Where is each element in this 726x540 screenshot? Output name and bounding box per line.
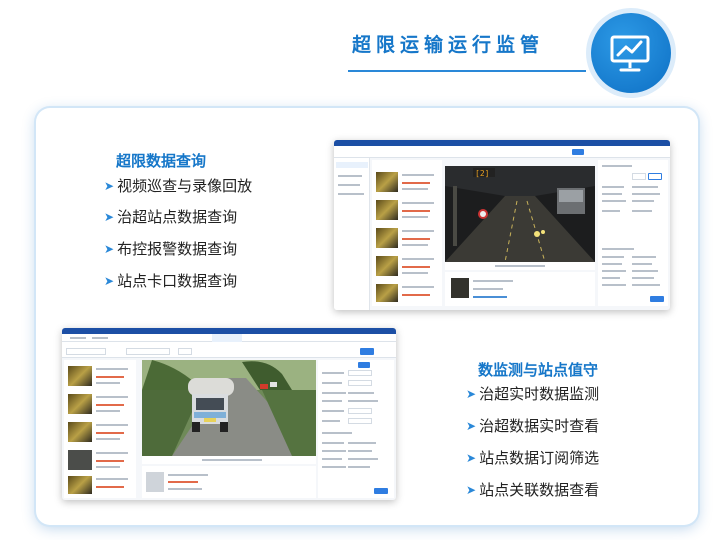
arrow-right-icon: ➤: [466, 482, 477, 497]
svg-text:[2]: [2]: [475, 169, 489, 178]
header-badge: [591, 13, 671, 93]
title-underline: [348, 70, 586, 72]
feature-item-label: 布控报警数据查询: [117, 240, 238, 258]
arrow-right-icon: ➤: [466, 418, 477, 433]
detail-card: [445, 272, 595, 306]
page-title: 超限运输运行监管: [352, 34, 545, 56]
search-button: [572, 149, 584, 155]
feature-item-subscription-filter: ➤ 站点数据订阅筛选: [466, 447, 599, 468]
feature-item-label: 治超数据实时查看: [479, 417, 600, 435]
video-player: [2]: [445, 166, 595, 262]
feature-item-label: 治超站点数据查询: [117, 208, 238, 226]
feature-item-label: 视频巡查与录像回放: [117, 177, 253, 195]
arrow-right-icon: ➤: [466, 450, 477, 465]
video-player: [142, 360, 316, 456]
result-list: [372, 160, 442, 306]
result-list: [64, 360, 136, 498]
feature-item-video-patrol: ➤ 视频巡查与录像回放: [104, 175, 252, 196]
arrow-right-icon: ➤: [104, 209, 115, 224]
feature-item-label: 治超实时数据监测: [479, 385, 600, 403]
info-panel: [598, 160, 668, 306]
feature-item-checkpoint-data: ➤ 站点卡口数据查询: [104, 270, 237, 291]
arrow-right-icon: ➤: [104, 273, 115, 288]
feature-item-alarm-data: ➤ 布控报警数据查询: [104, 238, 237, 259]
dashboard-screenshot-top: [2]: [334, 140, 670, 310]
feature-item-linked-data: ➤ 站点关联数据查看: [466, 479, 599, 500]
dashboard-screenshot-bottom: [62, 328, 396, 500]
player-controls: [142, 456, 316, 464]
section-left-title: 超限数据查询: [116, 152, 207, 170]
arrow-right-icon: ➤: [104, 241, 115, 256]
app-tabs: [62, 334, 396, 342]
detail-card: [142, 466, 316, 498]
feature-item-label: 站点关联数据查看: [479, 481, 600, 499]
feature-item-station-data: ➤ 治超站点数据查询: [104, 206, 237, 227]
feature-item-realtime-view: ➤ 治超数据实时查看: [466, 415, 599, 436]
player-controls: [445, 262, 595, 270]
info-panel: [318, 360, 394, 498]
section-right-title: 数监测与站点值守: [478, 361, 599, 379]
app-toolbar: [334, 146, 670, 158]
sidebar: [334, 158, 370, 310]
feature-item-label: 站点数据订阅筛选: [479, 449, 600, 467]
arrow-right-icon: ➤: [104, 178, 115, 193]
feature-item-label: 站点卡口数据查询: [117, 272, 238, 290]
filter-bar: [62, 342, 396, 358]
monitor-chart-icon: [610, 35, 650, 72]
feature-item-realtime-monitor: ➤ 治超实时数据监测: [466, 383, 599, 404]
arrow-right-icon: ➤: [466, 386, 477, 401]
